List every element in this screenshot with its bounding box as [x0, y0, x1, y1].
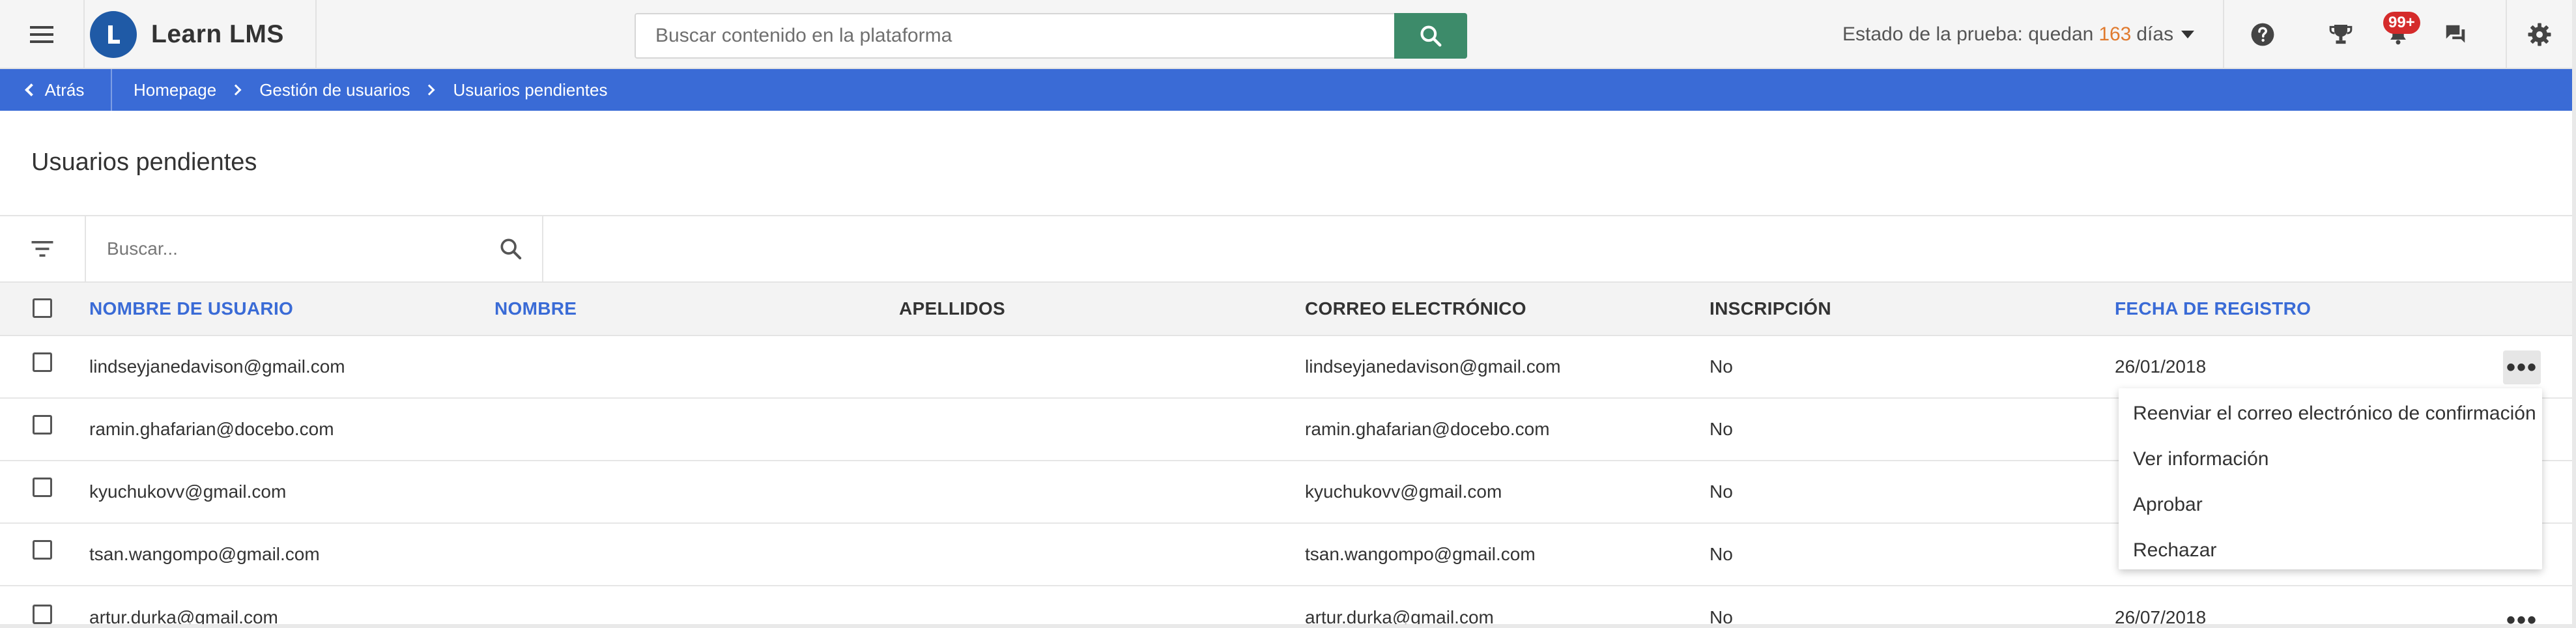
chat-icon: [2446, 25, 2465, 43]
menu-item-approve[interactable]: Aprobar: [2119, 482, 2542, 528]
breadcrumb-trail: Homepage Gestión de usuarios Usuarios pe…: [134, 69, 608, 111]
select-all-checkbox[interactable]: [33, 298, 52, 318]
cell-username: ramin.ghafarian@docebo.com: [89, 419, 334, 439]
row-checkbox[interactable]: [33, 605, 52, 624]
top-header: Learn LMS Estado de la prueba: quedan 16…: [0, 0, 2576, 69]
trial-status-prefix: Estado de la prueba: quedan: [1842, 23, 2094, 45]
page-title: Usuarios pendientes: [31, 149, 257, 176]
table-row: artur.durka@gmail.com artur.durka@gmail.…: [0, 586, 2576, 624]
back-label: Atrás: [44, 79, 85, 100]
messages-button[interactable]: [2426, 0, 2485, 69]
chevron-left-icon: [24, 83, 38, 96]
caret-down-icon: [2181, 31, 2195, 38]
cell-enrollment: No: [1710, 419, 1733, 439]
more-icon: •••: [2506, 605, 2538, 625]
column-header-last-name: Apellidos: [899, 298, 1005, 319]
cell-email: ramin.ghafarian@docebo.com: [1305, 419, 1550, 439]
row-more-button[interactable]: •••: [2503, 350, 2541, 384]
trophy-icon: [2329, 25, 2353, 44]
filter-button[interactable]: [0, 216, 86, 281]
column-header-first-name[interactable]: Nombre: [494, 283, 577, 335]
notification-badge: 99+: [2383, 12, 2420, 34]
row-checkbox[interactable]: [33, 478, 52, 497]
logo-icon: [90, 11, 137, 58]
trial-status-suffix: días: [2136, 23, 2174, 45]
breadcrumb-item-pending-users: Usuarios pendientes: [453, 79, 608, 100]
cell-enrollment: No: [1710, 356, 1733, 377]
help-icon: [2251, 23, 2274, 46]
cell-username: tsan.wangompo@gmail.com: [89, 544, 320, 564]
platform-search-field[interactable]: [635, 13, 1395, 59]
menu-item-view-info[interactable]: Ver información: [2119, 436, 2542, 482]
row-checkbox[interactable]: [33, 415, 52, 435]
brand-name: Learn LMS: [151, 20, 284, 48]
cell-email: kyuchukovv@gmail.com: [1305, 481, 1502, 502]
cell-enrollment: No: [1710, 607, 1733, 624]
menu-icon: [30, 26, 53, 43]
window-edge: [2572, 0, 2576, 628]
menu-item-reject[interactable]: Rechazar: [2119, 528, 2542, 573]
gear-icon: [2528, 23, 2551, 46]
achievements-button[interactable]: [2311, 0, 2370, 69]
brand[interactable]: Learn LMS: [85, 0, 317, 69]
breadcrumb: Atrás Homepage Gestión de usuarios Usuar…: [0, 69, 2576, 111]
row-checkbox[interactable]: [33, 540, 52, 560]
cell-email: artur.durka@gmail.com: [1305, 607, 1494, 624]
column-header-email: Correo electrónico: [1305, 298, 1526, 319]
cell-enrollment: No: [1710, 544, 1733, 564]
header-divider: [2223, 0, 2224, 69]
breadcrumb-item-homepage[interactable]: Homepage: [134, 80, 216, 100]
chevron-right-icon: [423, 84, 435, 96]
cell-enrollment: No: [1710, 481, 1733, 502]
row-checkbox[interactable]: [33, 352, 52, 372]
column-header-username[interactable]: Nombre de usuario: [89, 283, 293, 335]
filter-icon: [31, 241, 53, 257]
cell-username: lindseyjanedavison@gmail.com: [89, 356, 345, 377]
notifications-button[interactable]: [2369, 0, 2427, 69]
help-button[interactable]: [2233, 0, 2292, 69]
table-search-input[interactable]: [87, 216, 542, 281]
trial-status-dropdown[interactable]: Estado de la prueba: quedan 163 días: [1842, 0, 2195, 69]
settings-button[interactable]: [2507, 0, 2572, 69]
table-header: Nombre de usuario Nombre Apellidos Corre…: [0, 281, 2576, 336]
cell-email: tsan.wangompo@gmail.com: [1305, 544, 1536, 564]
cell-username: artur.durka@gmail.com: [89, 607, 278, 624]
cell-username: kyuchukovv@gmail.com: [89, 481, 287, 502]
more-icon: •••: [2506, 352, 2538, 382]
back-button[interactable]: Atrás: [0, 69, 112, 111]
cell-email: lindseyjanedavison@gmail.com: [1305, 356, 1561, 377]
column-header-registration-date[interactable]: Fecha de registro: [2115, 283, 2311, 335]
window-edge: [0, 624, 2576, 628]
breadcrumb-item-user-management[interactable]: Gestión de usuarios: [259, 80, 410, 100]
row-more-button[interactable]: •••: [2503, 603, 2541, 625]
column-header-enrollment: Inscripción: [1710, 298, 1831, 319]
search-icon[interactable]: [498, 236, 524, 262]
chevron-right-icon: [230, 84, 242, 96]
trial-days-count: 163: [2098, 23, 2132, 45]
platform-search-input[interactable]: [636, 14, 1394, 57]
table-search-field[interactable]: [87, 216, 543, 281]
menu-button[interactable]: [0, 0, 85, 69]
menu-item-resend-confirmation[interactable]: Reenviar el correo electrónico de confir…: [2119, 391, 2542, 436]
platform-search-button[interactable]: [1394, 13, 1467, 59]
row-context-menu: Reenviar el correo electrónico de confir…: [2119, 388, 2542, 569]
search-icon: [1420, 25, 1442, 47]
cell-registration-date: 26/07/2018: [2115, 607, 2207, 624]
